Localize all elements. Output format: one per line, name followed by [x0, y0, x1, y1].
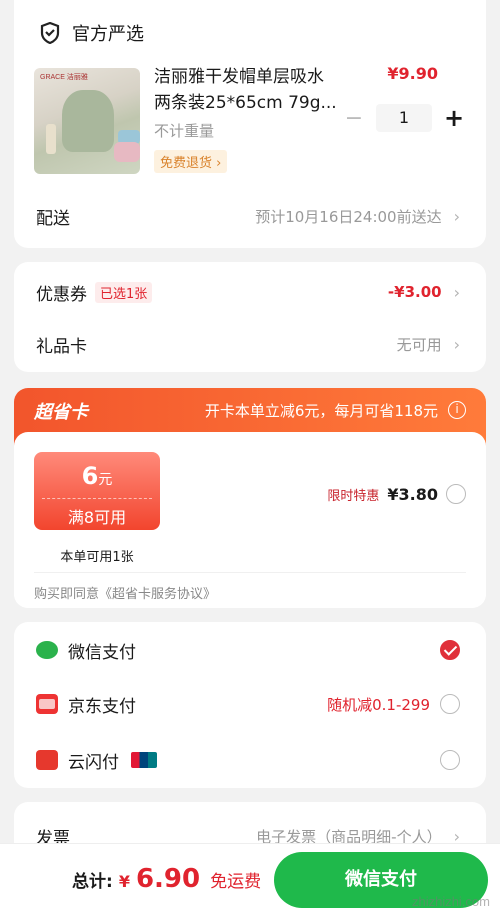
wechat-pay-icon	[36, 641, 58, 659]
super-card-offer[interactable]: 限时特惠 ¥3.80	[327, 484, 466, 504]
shield-icon	[40, 22, 60, 44]
payment-option-jd[interactable]: 京东支付 随机减0.1-299	[14, 690, 486, 718]
coupon-value: -¥3.00	[387, 283, 442, 301]
payment-radio[interactable]	[440, 694, 460, 714]
payment-option-unionpay[interactable]: 云闪付	[14, 746, 486, 774]
shop-card: 官方严选 GRACE 洁丽雅 洁丽雅干发帽单层吸水 两条装25*65cm 79g…	[14, 0, 486, 248]
product-weight: 不计重量	[154, 122, 215, 140]
agreement-text[interactable]: 购买即同意《超省卡服务协议》	[34, 572, 466, 602]
decrease-button[interactable]: −	[342, 106, 366, 131]
watermark: zhizhizhi.com	[411, 894, 490, 909]
ticket-note: 本单可用1张	[60, 550, 134, 565]
limited-offer-label: 限时特惠	[327, 488, 380, 504]
product-title[interactable]: 洁丽雅干发帽单层吸水 两条装25*65cm 79g...	[154, 64, 344, 116]
ticket-unit: 元	[98, 472, 113, 488]
unionpay-icon	[131, 752, 157, 768]
payment-label: 云闪付	[68, 752, 119, 773]
payment-discount: 随机减0.1-299	[327, 695, 430, 714]
coupon-row[interactable]: 优惠券 已选1张 -¥3.00 ›	[14, 278, 486, 306]
quickpass-icon	[36, 750, 58, 770]
total-currency: ¥	[118, 872, 130, 891]
delivery-value: 预计10月16日24:00前送达	[255, 207, 442, 226]
product-title-line1: 洁丽雅干发帽单层吸水	[154, 67, 324, 87]
checkout-bar: 总计: ¥ 6.90 免运费 微信支付 zhizhizhi.com	[0, 843, 500, 915]
product-title-line2: 两条装25*65cm 79g...	[154, 93, 337, 113]
ticket-amount: 6	[81, 462, 99, 490]
super-card-body: 6元 满8可用 本单可用1张 限时特惠 ¥3.80 购买即同意《超省卡服务协议》	[14, 432, 486, 608]
chevron-right-icon: ›	[453, 282, 460, 302]
delivery-label: 配送	[36, 208, 70, 229]
shop-header[interactable]: 官方严选	[40, 20, 144, 46]
gift-card-label: 礼品卡	[36, 336, 87, 357]
coupon-ticket: 6元 满8可用	[34, 452, 160, 530]
super-card-price: ¥3.80	[387, 484, 438, 504]
super-card: 超省卡 开卡本单立减6元，每月可省118元 i 6元 满8可用 本单可用1张 限…	[14, 388, 486, 608]
quantity-input[interactable]: 1	[376, 104, 432, 132]
gift-card-row[interactable]: 礼品卡 无可用 ›	[14, 330, 486, 358]
payment-label: 京东支付	[68, 696, 136, 717]
free-return-badge[interactable]: 免费退货 ›	[154, 150, 228, 173]
product-image[interactable]: GRACE 洁丽雅	[34, 68, 140, 174]
gift-card-value: 无可用	[396, 335, 442, 354]
super-card-name: 超省卡	[34, 402, 88, 423]
shipping-label: 免运费	[210, 872, 262, 892]
super-card-radio[interactable]	[446, 484, 466, 504]
payment-label: 微信支付	[68, 642, 136, 663]
total-label: 总计:	[72, 872, 113, 892]
order-total: 总计: ¥ 6.90 免运费	[72, 864, 261, 894]
brand-logo: GRACE 洁丽雅	[40, 74, 88, 81]
payment-radio[interactable]	[440, 750, 460, 770]
shop-name: 官方严选	[72, 24, 144, 45]
info-icon[interactable]: i	[448, 401, 466, 419]
payment-radio-selected[interactable]	[440, 640, 460, 660]
product-price: ¥9.90	[387, 64, 438, 83]
chevron-right-icon: ›	[453, 334, 460, 354]
ticket-condition: 满8可用	[67, 508, 127, 527]
payment-option-wechat[interactable]: 微信支付	[14, 636, 486, 664]
delivery-row[interactable]: 配送 预计10月16日24:00前送达 ›	[14, 202, 486, 230]
coupon-card: 优惠券 已选1张 -¥3.00 › 礼品卡 无可用 ›	[14, 262, 486, 372]
total-value: 6.90	[135, 864, 201, 894]
chevron-right-icon: ›	[453, 206, 460, 226]
jd-pay-icon	[36, 694, 58, 714]
coupon-label: 优惠券	[36, 284, 87, 305]
quantity-stepper: − 1 +	[342, 104, 466, 132]
coupon-selected-tag: 已选1张	[95, 281, 153, 303]
super-card-desc: 开卡本单立减6元，每月可省118元	[204, 402, 438, 420]
increase-button[interactable]: +	[442, 104, 466, 132]
payment-card: 微信支付 京东支付 随机减0.1-299 云闪付	[14, 622, 486, 788]
